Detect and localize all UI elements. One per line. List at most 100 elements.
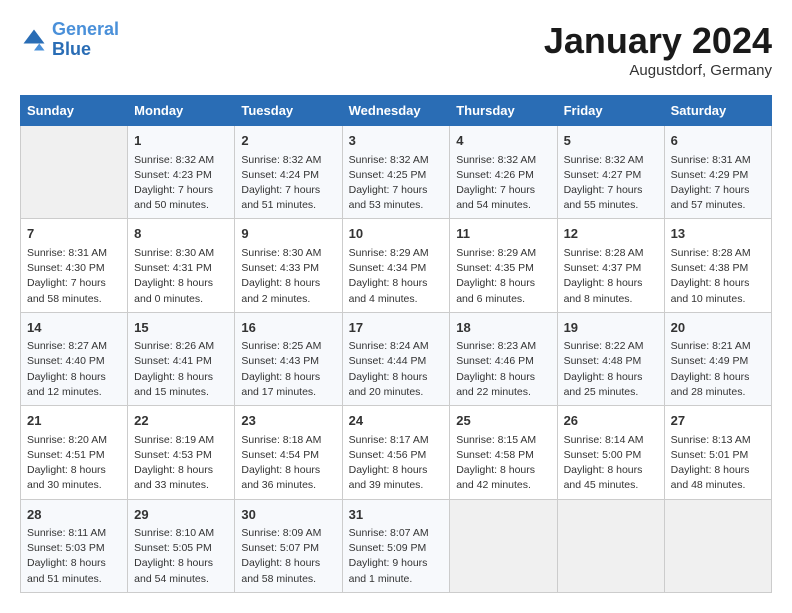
cell-content: Sunrise: 8:11 AM Sunset: 5:03 PM Dayligh… bbox=[27, 526, 121, 587]
calendar-cell: 18Sunrise: 8:23 AM Sunset: 4:46 PM Dayli… bbox=[450, 312, 557, 405]
weekday-header: Tuesday bbox=[235, 96, 342, 126]
calendar-cell: 26Sunrise: 8:14 AM Sunset: 5:00 PM Dayli… bbox=[557, 406, 664, 499]
page-header: General Blue January 2024 Augustdorf, Ge… bbox=[20, 20, 772, 79]
calendar-cell: 13Sunrise: 8:28 AM Sunset: 4:38 PM Dayli… bbox=[664, 219, 771, 312]
calendar-cell bbox=[450, 499, 557, 592]
cell-content: Sunrise: 8:27 AM Sunset: 4:40 PM Dayligh… bbox=[27, 339, 121, 400]
day-number: 5 bbox=[564, 131, 658, 151]
cell-content: Sunrise: 8:21 AM Sunset: 4:49 PM Dayligh… bbox=[671, 339, 765, 400]
calendar-cell: 6Sunrise: 8:31 AM Sunset: 4:29 PM Daylig… bbox=[664, 126, 771, 219]
calendar-cell: 14Sunrise: 8:27 AM Sunset: 4:40 PM Dayli… bbox=[21, 312, 128, 405]
day-number: 14 bbox=[27, 318, 121, 338]
day-number: 20 bbox=[671, 318, 765, 338]
weekday-header: Saturday bbox=[664, 96, 771, 126]
day-number: 11 bbox=[456, 224, 550, 244]
calendar-cell: 2Sunrise: 8:32 AM Sunset: 4:24 PM Daylig… bbox=[235, 126, 342, 219]
calendar-cell: 28Sunrise: 8:11 AM Sunset: 5:03 PM Dayli… bbox=[21, 499, 128, 592]
cell-content: Sunrise: 8:26 AM Sunset: 4:41 PM Dayligh… bbox=[134, 339, 228, 400]
calendar-cell: 7Sunrise: 8:31 AM Sunset: 4:30 PM Daylig… bbox=[21, 219, 128, 312]
day-number: 9 bbox=[241, 224, 335, 244]
day-number: 21 bbox=[27, 411, 121, 431]
logo: General Blue bbox=[20, 20, 119, 60]
cell-content: Sunrise: 8:29 AM Sunset: 4:34 PM Dayligh… bbox=[349, 246, 444, 307]
cell-content: Sunrise: 8:25 AM Sunset: 4:43 PM Dayligh… bbox=[241, 339, 335, 400]
day-number: 17 bbox=[349, 318, 444, 338]
calendar-cell: 25Sunrise: 8:15 AM Sunset: 4:58 PM Dayli… bbox=[450, 406, 557, 499]
title-block: January 2024 Augustdorf, Germany bbox=[544, 20, 772, 79]
calendar-cell bbox=[664, 499, 771, 592]
day-number: 2 bbox=[241, 131, 335, 151]
cell-content: Sunrise: 8:31 AM Sunset: 4:30 PM Dayligh… bbox=[27, 246, 121, 307]
calendar-cell: 10Sunrise: 8:29 AM Sunset: 4:34 PM Dayli… bbox=[342, 219, 450, 312]
cell-content: Sunrise: 8:13 AM Sunset: 5:01 PM Dayligh… bbox=[671, 433, 765, 494]
day-number: 26 bbox=[564, 411, 658, 431]
location: Augustdorf, Germany bbox=[544, 62, 772, 79]
day-number: 8 bbox=[134, 224, 228, 244]
calendar-cell bbox=[557, 499, 664, 592]
calendar-week-row: 7Sunrise: 8:31 AM Sunset: 4:30 PM Daylig… bbox=[21, 219, 772, 312]
weekday-header: Wednesday bbox=[342, 96, 450, 126]
calendar-cell: 3Sunrise: 8:32 AM Sunset: 4:25 PM Daylig… bbox=[342, 126, 450, 219]
cell-content: Sunrise: 8:19 AM Sunset: 4:53 PM Dayligh… bbox=[134, 433, 228, 494]
cell-content: Sunrise: 8:15 AM Sunset: 4:58 PM Dayligh… bbox=[456, 433, 550, 494]
month-title: January 2024 bbox=[544, 20, 772, 62]
weekday-header: Thursday bbox=[450, 96, 557, 126]
calendar-cell: 8Sunrise: 8:30 AM Sunset: 4:31 PM Daylig… bbox=[128, 219, 235, 312]
calendar-table: SundayMondayTuesdayWednesdayThursdayFrid… bbox=[20, 95, 772, 593]
logo-text: General Blue bbox=[52, 20, 119, 60]
calendar-cell: 11Sunrise: 8:29 AM Sunset: 4:35 PM Dayli… bbox=[450, 219, 557, 312]
day-number: 6 bbox=[671, 131, 765, 151]
cell-content: Sunrise: 8:07 AM Sunset: 5:09 PM Dayligh… bbox=[349, 526, 444, 587]
calendar-cell: 20Sunrise: 8:21 AM Sunset: 4:49 PM Dayli… bbox=[664, 312, 771, 405]
cell-content: Sunrise: 8:28 AM Sunset: 4:38 PM Dayligh… bbox=[671, 246, 765, 307]
calendar-cell: 21Sunrise: 8:20 AM Sunset: 4:51 PM Dayli… bbox=[21, 406, 128, 499]
calendar-cell: 29Sunrise: 8:10 AM Sunset: 5:05 PM Dayli… bbox=[128, 499, 235, 592]
day-number: 15 bbox=[134, 318, 228, 338]
day-number: 1 bbox=[134, 131, 228, 151]
cell-content: Sunrise: 8:14 AM Sunset: 5:00 PM Dayligh… bbox=[564, 433, 658, 494]
cell-content: Sunrise: 8:30 AM Sunset: 4:33 PM Dayligh… bbox=[241, 246, 335, 307]
cell-content: Sunrise: 8:32 AM Sunset: 4:24 PM Dayligh… bbox=[241, 153, 335, 214]
cell-content: Sunrise: 8:29 AM Sunset: 4:35 PM Dayligh… bbox=[456, 246, 550, 307]
day-number: 16 bbox=[241, 318, 335, 338]
cell-content: Sunrise: 8:10 AM Sunset: 5:05 PM Dayligh… bbox=[134, 526, 228, 587]
weekday-header-row: SundayMondayTuesdayWednesdayThursdayFrid… bbox=[21, 96, 772, 126]
cell-content: Sunrise: 8:30 AM Sunset: 4:31 PM Dayligh… bbox=[134, 246, 228, 307]
calendar-cell: 31Sunrise: 8:07 AM Sunset: 5:09 PM Dayli… bbox=[342, 499, 450, 592]
day-number: 10 bbox=[349, 224, 444, 244]
cell-content: Sunrise: 8:23 AM Sunset: 4:46 PM Dayligh… bbox=[456, 339, 550, 400]
day-number: 18 bbox=[456, 318, 550, 338]
day-number: 29 bbox=[134, 505, 228, 525]
cell-content: Sunrise: 8:09 AM Sunset: 5:07 PM Dayligh… bbox=[241, 526, 335, 587]
calendar-cell: 23Sunrise: 8:18 AM Sunset: 4:54 PM Dayli… bbox=[235, 406, 342, 499]
weekday-header: Monday bbox=[128, 96, 235, 126]
logo-icon bbox=[20, 26, 48, 54]
calendar-cell: 12Sunrise: 8:28 AM Sunset: 4:37 PM Dayli… bbox=[557, 219, 664, 312]
calendar-cell: 19Sunrise: 8:22 AM Sunset: 4:48 PM Dayli… bbox=[557, 312, 664, 405]
calendar-cell: 27Sunrise: 8:13 AM Sunset: 5:01 PM Dayli… bbox=[664, 406, 771, 499]
cell-content: Sunrise: 8:32 AM Sunset: 4:25 PM Dayligh… bbox=[349, 153, 444, 214]
day-number: 31 bbox=[349, 505, 444, 525]
cell-content: Sunrise: 8:20 AM Sunset: 4:51 PM Dayligh… bbox=[27, 433, 121, 494]
cell-content: Sunrise: 8:32 AM Sunset: 4:23 PM Dayligh… bbox=[134, 153, 228, 214]
cell-content: Sunrise: 8:31 AM Sunset: 4:29 PM Dayligh… bbox=[671, 153, 765, 214]
calendar-cell: 22Sunrise: 8:19 AM Sunset: 4:53 PM Dayli… bbox=[128, 406, 235, 499]
cell-content: Sunrise: 8:17 AM Sunset: 4:56 PM Dayligh… bbox=[349, 433, 444, 494]
cell-content: Sunrise: 8:28 AM Sunset: 4:37 PM Dayligh… bbox=[564, 246, 658, 307]
calendar-cell: 9Sunrise: 8:30 AM Sunset: 4:33 PM Daylig… bbox=[235, 219, 342, 312]
calendar-week-row: 28Sunrise: 8:11 AM Sunset: 5:03 PM Dayli… bbox=[21, 499, 772, 592]
cell-content: Sunrise: 8:22 AM Sunset: 4:48 PM Dayligh… bbox=[564, 339, 658, 400]
day-number: 24 bbox=[349, 411, 444, 431]
day-number: 4 bbox=[456, 131, 550, 151]
calendar-cell: 17Sunrise: 8:24 AM Sunset: 4:44 PM Dayli… bbox=[342, 312, 450, 405]
calendar-cell: 16Sunrise: 8:25 AM Sunset: 4:43 PM Dayli… bbox=[235, 312, 342, 405]
cell-content: Sunrise: 8:18 AM Sunset: 4:54 PM Dayligh… bbox=[241, 433, 335, 494]
cell-content: Sunrise: 8:32 AM Sunset: 4:26 PM Dayligh… bbox=[456, 153, 550, 214]
day-number: 19 bbox=[564, 318, 658, 338]
calendar-cell: 30Sunrise: 8:09 AM Sunset: 5:07 PM Dayli… bbox=[235, 499, 342, 592]
calendar-cell: 1Sunrise: 8:32 AM Sunset: 4:23 PM Daylig… bbox=[128, 126, 235, 219]
day-number: 22 bbox=[134, 411, 228, 431]
calendar-cell: 5Sunrise: 8:32 AM Sunset: 4:27 PM Daylig… bbox=[557, 126, 664, 219]
day-number: 3 bbox=[349, 131, 444, 151]
day-number: 12 bbox=[564, 224, 658, 244]
